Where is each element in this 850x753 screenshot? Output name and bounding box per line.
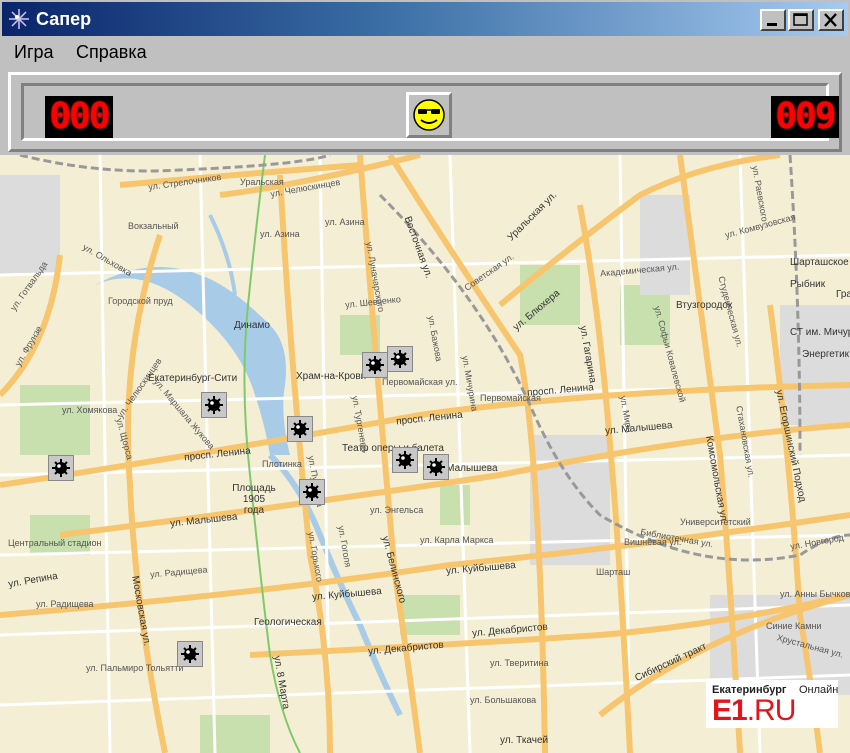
map-label: ул. Радищева [36,599,94,609]
smiley-sunglasses-icon [413,99,445,131]
map-label: Первомайская [480,393,541,403]
minesweeper-window: Сапер Игра Справка 000 009 ул. Стрелочни… [0,0,850,753]
mine-cell[interactable] [423,454,449,480]
mine-icon [366,356,384,374]
mines-counter-digits: 000 [49,96,110,137]
mine-icon [181,645,199,663]
map-label: ул. Азина [325,217,365,227]
map-label: ул. Большакова [470,695,537,705]
map-label: ул. Ткачей [500,735,549,746]
mine-cell[interactable] [392,447,418,473]
map-label: СТ им. Мичурина [790,327,850,338]
menu-bar: Игра Справка [0,38,850,66]
map-label: ул. Пальмиро Тольятти [86,663,184,673]
menu-game[interactable]: Игра [14,42,54,63]
title-bar[interactable]: Сапер [2,2,848,36]
map-label: Первомайская ул. [382,377,458,387]
new-game-smiley-button[interactable] [406,92,452,138]
map-label: ул. Тверитина [490,658,549,668]
mine-cell[interactable] [362,352,388,378]
mine-cell[interactable] [387,346,413,372]
map-label: Синие Камни [766,621,822,631]
menu-help[interactable]: Справка [76,42,147,63]
mine-cell[interactable] [48,455,74,481]
map-label: ул. Анны Бычковой [780,589,850,599]
mines-counter: 000 [45,96,113,138]
map-label: Университетский [680,517,751,527]
mine-icon [396,451,414,469]
map-label: Площадь 1905 года [232,483,276,516]
map-label: Уральская [240,177,284,187]
maximize-button[interactable] [788,9,814,31]
map-label: Геологическая [254,617,322,628]
window-title: Сапер [36,9,92,29]
mine-cell[interactable] [201,392,227,418]
map-label: ул. Энгельса [370,505,424,515]
timer-counter: 009 [771,96,839,138]
minimize-button[interactable] [760,9,786,31]
maximize-icon [793,13,808,26]
mine-icon [391,350,409,368]
close-icon [824,13,837,27]
map-label: Шарташское [790,257,849,268]
map-label: Вокзальный [128,221,179,231]
mine-icon [427,458,445,476]
e1-brand-logo: Екатеринбург Онлайн E1.RU [706,680,838,728]
map-label: Вишнёвая ул. [624,537,682,547]
mine-app-icon [9,9,29,29]
mine-icon [205,396,223,414]
mine-cell[interactable] [299,479,325,505]
brand-e1: E1 [712,694,748,727]
brand-online: Онлайн [799,684,839,696]
map-label: Центральный стадион [8,538,102,548]
mine-icon [52,459,70,477]
mine-icon [291,420,309,438]
mine-cell[interactable] [177,641,203,667]
map-label: Городской пруд [108,296,173,306]
brand-mark: E1.RU [712,694,797,728]
close-button[interactable] [818,9,844,31]
map-label: Храм-на-Крови [296,371,367,382]
map-label: ул. Азина [260,229,300,239]
mine-icon [303,483,321,501]
timer-digits: 009 [775,96,836,137]
brand-ru: .RU [746,694,797,727]
map-label: Плотинка [262,459,302,469]
map-label: Шарташ [596,567,631,577]
minimize-icon [767,23,777,26]
map-label: Энергетик [802,349,850,360]
map-label: ул. Карла Маркса [420,535,494,545]
map-label: Динамо [234,320,270,331]
map-label: Рыбник [790,279,826,290]
map-label: Гра [836,289,850,300]
mine-cell[interactable] [287,416,313,442]
map-label: ул. Хомякова [62,405,118,415]
